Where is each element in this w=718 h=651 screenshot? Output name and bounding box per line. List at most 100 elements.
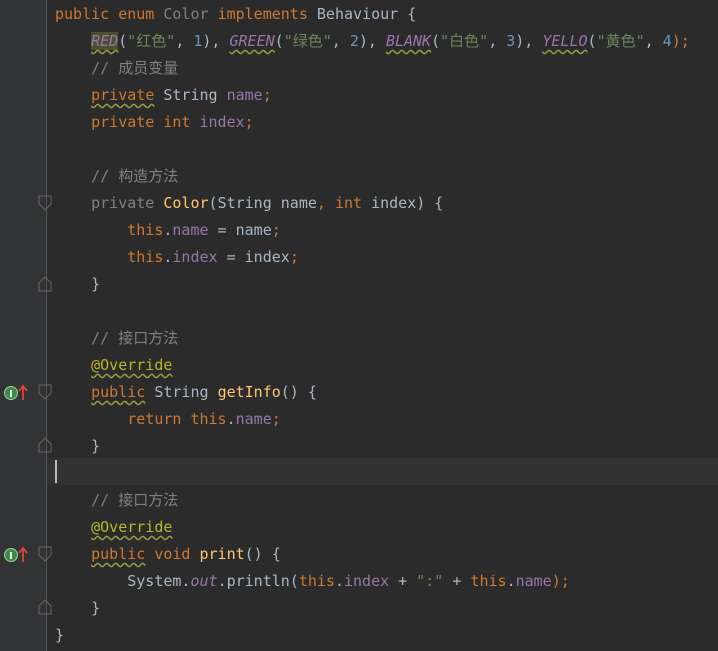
code-token: Color bbox=[163, 5, 218, 23]
code-editor[interactable]: I I public enum Color implements Behavio… bbox=[0, 0, 718, 651]
code-token: index bbox=[199, 113, 245, 131]
code-line[interactable]: private String name; bbox=[55, 82, 690, 109]
code-token: String bbox=[163, 86, 227, 104]
fold-end-icon[interactable] bbox=[38, 599, 52, 615]
code-token: @Override bbox=[91, 356, 173, 374]
implements-method-icon[interactable]: I bbox=[3, 545, 31, 563]
code-line[interactable]: } bbox=[55, 271, 690, 298]
code-line[interactable]: // 接口方法 bbox=[55, 325, 690, 352]
code-line[interactable]: RED("红色", 1), GREEN("绿色", 2), BLANK("白色"… bbox=[55, 28, 690, 55]
svg-text:I: I bbox=[9, 551, 13, 562]
code-line[interactable]: @Override bbox=[55, 352, 690, 379]
code-line[interactable]: // 成员变量 bbox=[55, 55, 690, 82]
code-line[interactable]: System.out.println(this.index + ":" + th… bbox=[55, 568, 690, 595]
code-line[interactable]: public void print() { bbox=[55, 541, 690, 568]
fold-start-icon[interactable] bbox=[38, 384, 52, 400]
code-line[interactable]: } bbox=[55, 622, 690, 649]
fold-end-icon[interactable] bbox=[38, 276, 52, 292]
code-token: ":" bbox=[416, 572, 444, 590]
implements-method-icon[interactable]: I bbox=[3, 383, 31, 401]
code-line[interactable]: // 构造方法 bbox=[55, 163, 690, 190]
code-line[interactable]: private Color(String name, int index) { bbox=[55, 190, 690, 217]
code-token: print bbox=[199, 545, 245, 563]
code-line[interactable] bbox=[55, 136, 690, 163]
code-token: // 接口方法 bbox=[91, 491, 179, 509]
code-token: // 接口方法 bbox=[91, 329, 179, 347]
code-token: YELLO bbox=[542, 32, 588, 50]
code-token: int bbox=[334, 194, 372, 212]
code-token: ; bbox=[271, 221, 281, 239]
code-token: , bbox=[488, 32, 507, 50]
code-token: ( bbox=[587, 32, 597, 50]
code-token: Behaviour bbox=[316, 5, 408, 23]
code-line[interactable]: } bbox=[55, 595, 690, 622]
code-line[interactable]: public enum Color implements Behaviour { bbox=[55, 1, 690, 28]
code-token: this bbox=[127, 221, 164, 239]
code-token: this bbox=[127, 248, 164, 266]
code-token: this bbox=[190, 410, 227, 428]
code-line[interactable]: this.index = index; bbox=[55, 244, 690, 271]
code-token: ( bbox=[208, 194, 218, 212]
code-token: + bbox=[389, 572, 417, 590]
code-token: Color bbox=[163, 194, 209, 212]
code-token: index) { bbox=[371, 194, 444, 212]
svg-text:I: I bbox=[9, 389, 13, 400]
code-token: ; bbox=[262, 86, 272, 104]
code-token: ( bbox=[274, 32, 284, 50]
code-token: , bbox=[175, 32, 194, 50]
code-token: "绿色" bbox=[283, 32, 332, 50]
code-line[interactable]: public String getInfo() { bbox=[55, 379, 690, 406]
code-line[interactable]: } bbox=[55, 433, 690, 460]
code-line[interactable] bbox=[55, 298, 690, 325]
code-token: ( bbox=[431, 32, 441, 50]
code-line[interactable]: return this.name; bbox=[55, 406, 690, 433]
fold-end-icon[interactable] bbox=[38, 437, 52, 453]
code-token: 4 bbox=[662, 32, 672, 50]
code-line[interactable]: @Override bbox=[55, 514, 690, 541]
code-token: GREEN bbox=[229, 32, 275, 50]
code-line[interactable]: private int index; bbox=[55, 109, 690, 136]
code-token: void bbox=[154, 545, 200, 563]
code-token: } bbox=[55, 275, 101, 293]
fold-start-icon[interactable] bbox=[38, 546, 52, 562]
code-token: name bbox=[235, 410, 272, 428]
code-token: } bbox=[55, 599, 101, 617]
code-token: public bbox=[91, 383, 146, 401]
code-token: public bbox=[91, 545, 146, 563]
fold-start-icon[interactable] bbox=[38, 195, 52, 211]
code-token: () { bbox=[244, 545, 281, 563]
code-token: } bbox=[55, 626, 65, 644]
code-token: "红色" bbox=[127, 32, 176, 50]
code-line[interactable]: this.name = name; bbox=[55, 217, 690, 244]
code-token: name bbox=[515, 572, 552, 590]
code-line[interactable]: // 接口方法 bbox=[55, 487, 690, 514]
code-token: String bbox=[217, 194, 281, 212]
code-token: // 构造方法 bbox=[91, 167, 179, 185]
code-token: private bbox=[91, 113, 164, 131]
code-token: RED bbox=[91, 32, 119, 50]
code-token: ), bbox=[515, 32, 543, 50]
code-token: // 成员变量 bbox=[91, 59, 179, 77]
code-token: System bbox=[127, 572, 182, 590]
code-token: name bbox=[280, 194, 317, 212]
code-token: , bbox=[316, 194, 335, 212]
code-text-area[interactable]: public enum Color implements Behaviour {… bbox=[55, 1, 690, 649]
code-token: ; bbox=[244, 113, 254, 131]
code-token: 2 bbox=[349, 32, 359, 50]
code-token: index bbox=[172, 248, 218, 266]
code-token: ); bbox=[551, 572, 570, 590]
code-token: @Override bbox=[91, 518, 173, 536]
code-line[interactable] bbox=[55, 460, 690, 487]
code-token: + bbox=[443, 572, 471, 590]
